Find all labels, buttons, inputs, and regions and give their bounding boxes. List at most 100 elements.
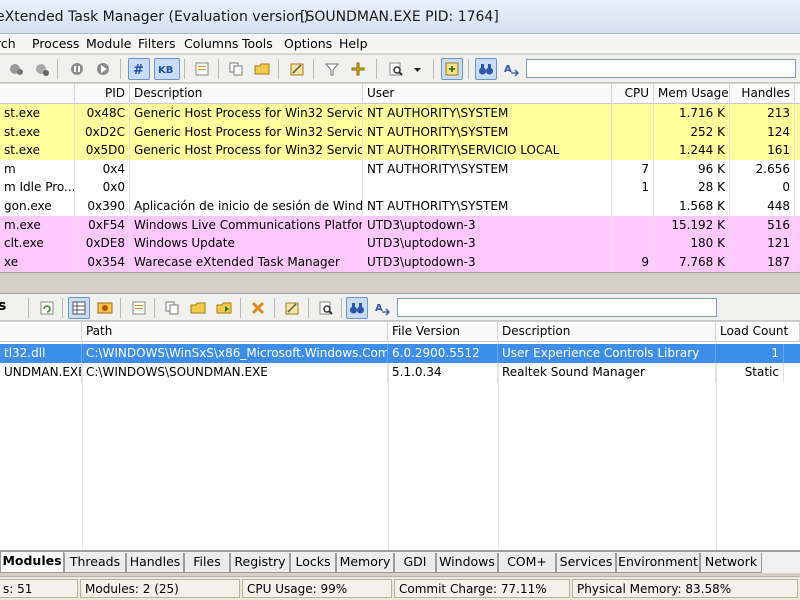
- menu-search[interactable]: rch: [0, 36, 16, 51]
- unload-module-button[interactable]: [247, 297, 269, 319]
- process-list: PID Description User CPU Mem Usage Handl…: [0, 84, 800, 273]
- tab-network[interactable]: Network: [700, 553, 762, 573]
- process-mem-usage: 1.716 K: [654, 104, 730, 123]
- process-user: NT AUTHORITY\SYSTEM: [363, 159, 612, 179]
- col-header-module[interactable]: [0, 322, 82, 342]
- process-row[interactable]: xe 0x354 Warecase eXtended Task Manager UTD…: [0, 252, 800, 272]
- process-search-input[interactable]: [526, 59, 796, 78]
- module-load-count: Static: [716, 363, 784, 382]
- process-row[interactable]: st.exe 0x48C Generic Host Process for Win3…: [0, 104, 800, 123]
- status-bar: s: 51 Modules: 2 (25) CPU Usage: 99% Com…: [0, 576, 800, 600]
- tree-view-button[interactable]: [94, 297, 116, 319]
- process-handles: 121: [730, 234, 795, 254]
- status-physical-memory: Physical Memory: 83.58%: [572, 579, 798, 598]
- process-name: m Idle Pro...: [0, 178, 75, 198]
- col-header-file-version[interactable]: File Version: [388, 322, 498, 342]
- process-name: xe: [0, 252, 75, 272]
- kill-tree-button[interactable]: [31, 58, 53, 80]
- process-mem-usage: 252 K: [654, 122, 730, 142]
- copy-button[interactable]: [225, 58, 247, 80]
- save-button[interactable]: [286, 58, 308, 80]
- hex-toggle-button[interactable]: #: [128, 58, 150, 80]
- tab-locks[interactable]: Locks: [290, 553, 336, 573]
- module-refresh-button[interactable]: [36, 297, 58, 319]
- process-user: [363, 178, 612, 198]
- grid-view-button[interactable]: [68, 297, 90, 319]
- menu-process[interactable]: Process: [32, 36, 79, 51]
- module-find-next-button[interactable]: A: [371, 297, 393, 319]
- process-row[interactable]: m Idle Pro... 0x0 1 28 K0: [0, 178, 800, 198]
- suspend-button[interactable]: [66, 58, 88, 80]
- process-row[interactable]: st.exe 0xD2C Generic Host Process for Win3…: [0, 122, 800, 142]
- module-copy-button[interactable]: [161, 297, 183, 319]
- find-text-button[interactable]: [475, 58, 497, 80]
- kill-process-button[interactable]: [5, 58, 27, 80]
- tab-modules[interactable]: Modules: [0, 552, 64, 573]
- module-row[interactable]: tl32.dll C:\WINDOWS\WinSxS\x86_Microsoft.…: [0, 344, 800, 363]
- tab-registry[interactable]: Registry: [230, 553, 290, 573]
- find-next-button[interactable]: A: [500, 58, 522, 80]
- module-save-button[interactable]: [281, 297, 303, 319]
- col-header-process[interactable]: [0, 84, 75, 104]
- kb-toggle-button[interactable]: KB: [154, 58, 180, 80]
- module-open-button[interactable]: [187, 297, 209, 319]
- tab-gdi[interactable]: GDI: [394, 553, 436, 573]
- svg-text:KB: KB: [158, 65, 173, 76]
- process-handles: 187: [730, 252, 795, 272]
- tab-threads[interactable]: Threads: [64, 553, 126, 573]
- process-cpu: 9: [612, 252, 654, 272]
- process-toolbar: # KB A: [0, 55, 800, 83]
- find-dropdown-button[interactable]: [410, 58, 424, 80]
- col-header-load-count[interactable]: Load Count: [716, 322, 800, 342]
- col-header-pid[interactable]: PID: [75, 84, 130, 104]
- module-find-text-button[interactable]: [346, 297, 368, 319]
- menu-columns[interactable]: Columns: [184, 36, 238, 51]
- col-header-description[interactable]: Description: [130, 84, 363, 104]
- tab-handles[interactable]: Handles: [126, 553, 184, 573]
- resume-button[interactable]: [92, 58, 114, 80]
- status-commit-charge: Commit Charge: 77.11%: [394, 579, 570, 598]
- col-header-handles[interactable]: Handles: [730, 84, 795, 104]
- add-filter-button[interactable]: [347, 58, 369, 80]
- process-name: st.exe: [0, 141, 75, 161]
- menu-help[interactable]: Help: [339, 36, 368, 51]
- module-pane-label: s: [0, 298, 7, 314]
- process-row[interactable]: gon.exe 0x390 Aplicación de inicio de sesi…: [0, 197, 800, 216]
- process-handles: 0: [730, 178, 795, 198]
- filter-button[interactable]: [321, 58, 343, 80]
- col-header-path[interactable]: Path: [82, 322, 388, 342]
- process-mem-usage: 180 K: [654, 234, 730, 254]
- find-process-button[interactable]: [385, 58, 407, 80]
- process-mem-usage: 96 K: [654, 159, 730, 179]
- properties-button[interactable]: [191, 58, 213, 80]
- tab-environment[interactable]: Environment: [616, 553, 700, 573]
- process-row[interactable]: m 0x4 NT AUTHORITY\SYSTEM 7 96 K 2.656: [0, 159, 800, 179]
- col-header-mem-usage[interactable]: Mem Usage: [654, 84, 730, 104]
- col-header-user[interactable]: User: [363, 84, 612, 104]
- module-properties-button[interactable]: [128, 297, 150, 319]
- refresh-button[interactable]: [441, 58, 463, 80]
- module-row[interactable]: UNDMAN.EXE C:\WINDOWS\SOUNDMAN.EXE 5.1.0.3…: [0, 363, 800, 382]
- menu-module[interactable]: Module: [86, 36, 131, 51]
- process-row[interactable]: clt.exe 0xDE8 Windows Update UTD3\uptodown-…: [0, 234, 800, 254]
- menu-options[interactable]: Options: [284, 36, 332, 51]
- open-button[interactable]: [251, 58, 273, 80]
- process-mem-usage: 28 K: [654, 178, 730, 198]
- col-header-cpu[interactable]: CPU: [612, 84, 654, 104]
- menu-tools[interactable]: Tools: [242, 36, 273, 51]
- svg-text:A: A: [375, 303, 383, 314]
- tab-windows[interactable]: Windows: [436, 553, 498, 573]
- module-find-button[interactable]: [315, 297, 337, 319]
- col-header-module-description[interactable]: Description: [498, 322, 716, 342]
- menu-filters[interactable]: Filters: [138, 36, 175, 51]
- module-search-input[interactable]: [397, 298, 717, 317]
- tab-services[interactable]: Services: [556, 553, 616, 573]
- process-handles: 161: [730, 141, 795, 161]
- module-export-button[interactable]: [213, 297, 235, 319]
- process-row[interactable]: st.exe 0x5D0 Generic Host Process for Win3…: [0, 141, 800, 161]
- tab-com[interactable]: COM+: [498, 553, 556, 573]
- tab-files[interactable]: Files: [184, 553, 230, 573]
- tab-memory[interactable]: Memory: [336, 553, 394, 573]
- status-module-count: Modules: 2 (25): [80, 579, 240, 598]
- process-row[interactable]: m.exe 0xF54 Windows Live Communications Pl…: [0, 215, 800, 235]
